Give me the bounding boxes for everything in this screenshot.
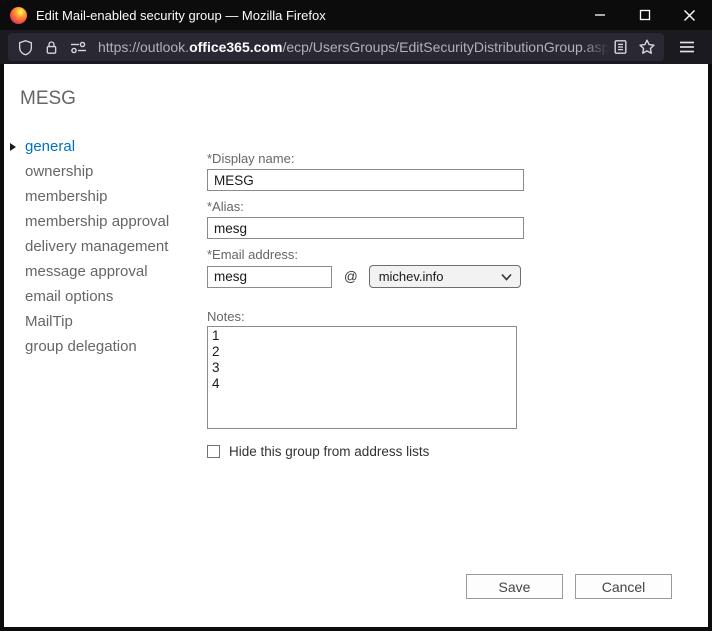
hamburger-menu-icon (680, 41, 694, 53)
email-domain-value: michev.info (378, 269, 444, 284)
cancel-button[interactable]: Cancel (575, 574, 672, 599)
urlbar-actions (613, 38, 656, 56)
permissions-icon[interactable] (69, 39, 88, 56)
close-button[interactable] (667, 0, 712, 30)
nav-label: membership approval (25, 213, 170, 230)
bookmark-star-icon[interactable] (638, 38, 656, 56)
nav-item-membership-approval[interactable]: membership approval (10, 209, 169, 234)
hide-group-label: Hide this group from address lists (229, 444, 430, 459)
maximize-icon (639, 9, 650, 21)
firefox-logo-icon (10, 6, 27, 24)
navigation-toolbar: https://outlook.office365.com/ecp/UsersG… (0, 30, 712, 64)
window-title: Edit Mail-enabled security group — Mozil… (36, 7, 326, 23)
nav-item-membership[interactable]: membership (10, 184, 169, 209)
alias-input[interactable] (207, 217, 524, 239)
minimize-button[interactable] (577, 0, 622, 30)
reader-mode-icon[interactable] (613, 39, 628, 55)
identity-box (17, 39, 88, 56)
chevron-down-icon (501, 273, 512, 281)
nav-label: ownership (25, 163, 94, 180)
selected-arrow-icon (10, 142, 16, 151)
nav-item-ownership[interactable]: ownership (10, 159, 169, 184)
nav-label: delivery management (25, 238, 169, 255)
general-form: *Display name: *Alias: *Email address: @… (207, 151, 524, 459)
nav-label: MailTip (25, 313, 73, 330)
nav-label: email options (25, 288, 114, 305)
save-button[interactable]: Save (466, 574, 563, 599)
page-title: MESG (20, 88, 76, 109)
email-domain-select[interactable]: michev.info (368, 265, 521, 288)
titlebar: Edit Mail-enabled security group — Mozil… (0, 0, 712, 30)
section-nav: general ownership membership membership … (10, 134, 169, 359)
display-name-label: *Display name: (207, 151, 295, 166)
minimize-icon (594, 14, 605, 16)
url-bar[interactable]: https://outlook.office365.com/ecp/UsersG… (8, 33, 664, 61)
nav-item-email-options[interactable]: email options (10, 284, 169, 309)
action-buttons: Save Cancel (466, 574, 672, 599)
lock-icon[interactable] (43, 39, 60, 56)
selected-arrow-slot (10, 142, 25, 151)
page-content: MESG general ownership membership member… (4, 64, 708, 627)
url-domain: office365.com (189, 39, 283, 55)
nav-label: group delegation (25, 338, 137, 355)
browser-window: Edit Mail-enabled security group — Mozil… (0, 0, 712, 631)
nav-item-delivery-management[interactable]: delivery management (10, 234, 169, 259)
nav-label: message approval (25, 263, 148, 280)
close-icon (684, 9, 695, 21)
nav-item-message-approval[interactable]: message approval (10, 259, 169, 284)
url-prefix: https://outlook. (98, 39, 190, 55)
email-local-part-input[interactable] (207, 265, 332, 288)
tracking-protection-shield-icon[interactable] (17, 39, 34, 56)
at-sign: @ (344, 269, 358, 284)
email-address-row: @ michev.info (207, 265, 524, 288)
notes-label: Notes: (207, 309, 245, 324)
alias-label: *Alias: (207, 199, 244, 214)
url-path: /ecp/UsersGroups/EditSecurityDistributio… (282, 39, 609, 55)
nav-item-group-delegation[interactable]: group delegation (10, 334, 169, 359)
nav-label: membership (25, 188, 108, 205)
maximize-button[interactable] (622, 0, 667, 30)
email-address-label: *Email address: (207, 247, 299, 262)
app-menu-button[interactable] (668, 33, 706, 61)
url-text[interactable]: https://outlook.office365.com/ecp/UsersG… (98, 39, 609, 55)
nav-item-mailtip[interactable]: MailTip (10, 309, 169, 334)
window-controls (577, 0, 712, 30)
hide-group-row: Hide this group from address lists (207, 444, 524, 459)
hide-group-checkbox[interactable] (207, 445, 220, 458)
nav-item-general[interactable]: general (10, 134, 169, 159)
notes-textarea[interactable]: 1 2 3 4 (207, 326, 517, 429)
nav-label: general (25, 138, 76, 155)
display-name-input[interactable] (207, 169, 524, 191)
